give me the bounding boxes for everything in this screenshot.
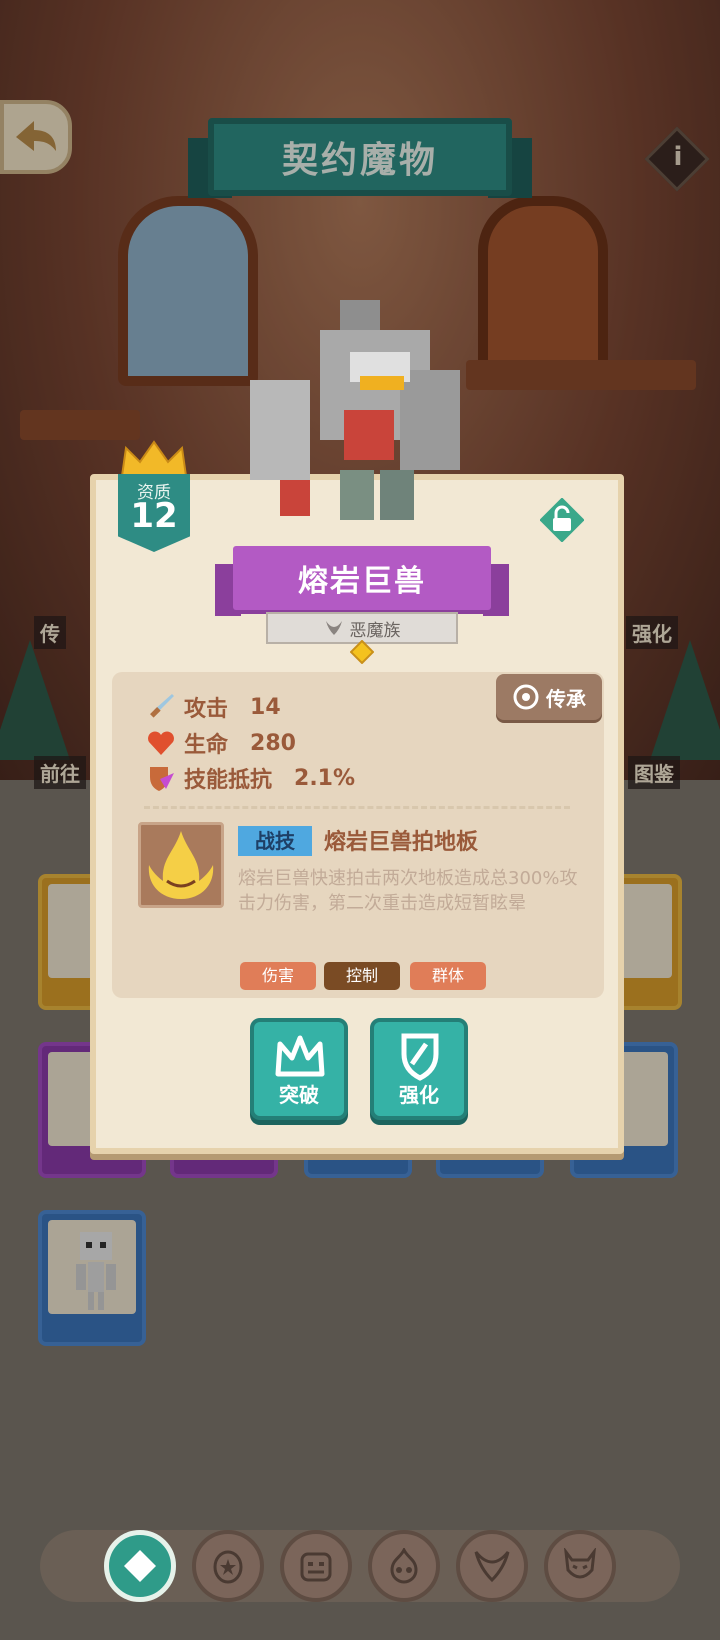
skill-name: 熔岩巨兽拍地板 (324, 830, 479, 855)
inherit-button[interactable]: 传承 (496, 674, 602, 720)
filter-all-button[interactable] (104, 1530, 176, 1602)
enhance-button[interactable]: 强化 (370, 1018, 468, 1120)
race-name: 恶魔族 (349, 620, 401, 641)
effect-tag-damage: 伤害 (240, 962, 316, 990)
filter-devil-button[interactable] (544, 1530, 616, 1602)
breakthrough-button[interactable]: 突破 (250, 1018, 348, 1120)
stat-hp: 生命 280 (146, 728, 296, 758)
filter-demon-button[interactable] (456, 1530, 528, 1602)
filter-undead-button[interactable] (368, 1530, 440, 1602)
stat-skill-resist: 技能抵抗 2.1% (146, 763, 355, 793)
rarity-gem-icon (350, 640, 374, 664)
all-icon (124, 1550, 156, 1582)
crown-icon (120, 440, 188, 477)
star-egg-icon (213, 1550, 243, 1584)
inherit-label: 传承 (546, 686, 586, 711)
skill-icon-frame (138, 822, 224, 908)
shield-icon (150, 767, 174, 791)
stat-value: 280 (250, 730, 296, 756)
orc-face-icon (300, 1552, 332, 1582)
flame-skull-icon (390, 1548, 418, 1584)
demon-race-icon (325, 621, 342, 635)
stat-label: 攻击 (184, 697, 229, 722)
heart-icon (148, 731, 174, 755)
stat-value: 14 (250, 694, 281, 720)
devil-icon (564, 1548, 596, 1579)
monster-name: 熔岩巨兽 (298, 564, 426, 599)
stat-label: 技能抵抗 (184, 768, 273, 793)
dashed-divider (144, 806, 570, 809)
stat-label: 生命 (184, 733, 229, 758)
stat-attack: 攻击 14 (146, 692, 281, 722)
effect-tag-aoe: 群体 (410, 962, 486, 990)
unlock-icon[interactable] (540, 498, 584, 542)
sword-shield-icon (401, 1033, 439, 1081)
crown-outline-icon (275, 1035, 325, 1077)
skill-type-tag: 战技 (238, 826, 312, 856)
fire-slam-icon (148, 831, 214, 899)
filter-orc-button[interactable] (280, 1530, 352, 1602)
lava-beast-model (250, 300, 460, 520)
breakthrough-label: 突破 (279, 1083, 319, 1107)
sword-icon (150, 694, 174, 718)
enhance-label: 强化 (399, 1083, 439, 1107)
effect-tag-control: 控制 (324, 962, 400, 990)
inherit-cycle-icon (513, 684, 539, 710)
monster-name-banner: 熔岩巨兽 (233, 546, 491, 610)
horned-demon-icon (474, 1551, 510, 1583)
quality-value: 12 (130, 496, 178, 536)
filter-star-button[interactable] (192, 1530, 264, 1602)
stat-value: 2.1% (294, 765, 356, 791)
skill-description: 熔岩巨兽快速拍击两次地板造成总300%攻击力伤害，第二次重击造成短暂眩晕 (238, 868, 578, 914)
